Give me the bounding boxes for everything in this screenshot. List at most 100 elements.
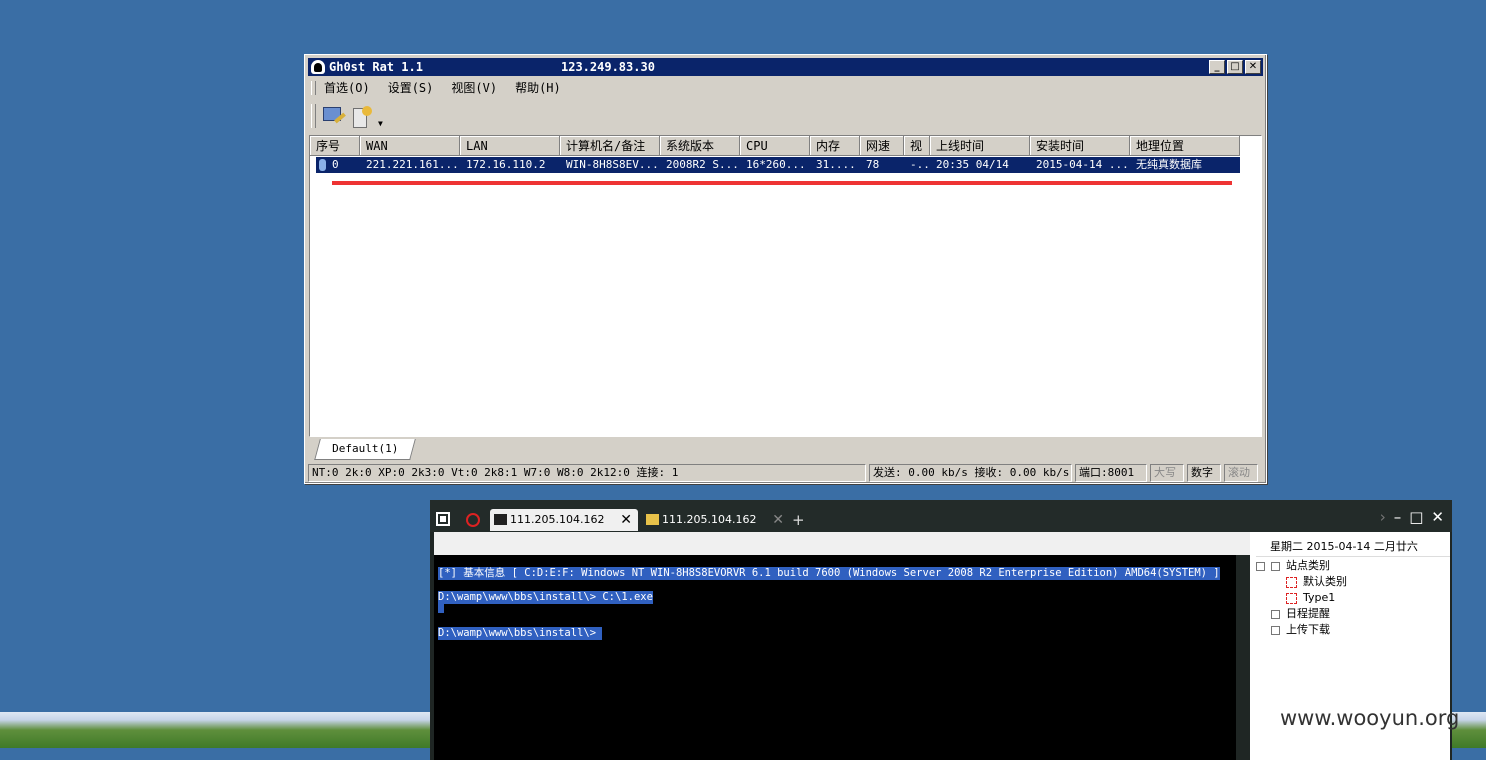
- col-install-time[interactable]: 安装时间: [1030, 136, 1130, 156]
- title-bar[interactable]: Gh0st Rat 1.1 123.249.83.30 _ □ ✕: [308, 58, 1263, 76]
- cell-lan: 172.16.110.2: [466, 158, 546, 171]
- tree-label: Type1: [1303, 591, 1336, 604]
- cell-location: 无纯真数据库: [1136, 158, 1202, 171]
- menu-settings[interactable]: 设置(S): [388, 79, 434, 97]
- maximize-button[interactable]: □: [1227, 60, 1243, 74]
- terminal-line-command: D:\wamp\www\bbs\install\> C:\1.exe: [438, 591, 653, 604]
- date-display: 星期二 2015-04-14 二月廿六: [1270, 540, 1418, 553]
- host-icon: [316, 158, 330, 172]
- tab-default-label: Default(1): [332, 442, 399, 455]
- cell-computer-name: WIN-8H8S8EV...: [566, 158, 659, 171]
- cell-index: 0: [332, 158, 339, 171]
- col-online-time[interactable]: 上线时间: [930, 136, 1030, 156]
- col-index[interactable]: 序号: [310, 136, 360, 156]
- table-row[interactable]: 0 221.221.161... 172.16.110.2 WIN-8H8S8E…: [316, 157, 1240, 173]
- terminal-window-controls: › – □ ✕: [1380, 508, 1444, 526]
- maximize-icon[interactable]: □: [1409, 508, 1423, 526]
- tree-label: 上传下载: [1286, 623, 1330, 636]
- new-tab-button[interactable]: +: [792, 511, 805, 529]
- col-memory[interactable]: 内存: [810, 136, 860, 156]
- col-wan[interactable]: WAN: [360, 136, 460, 156]
- cell-cpu: 16*260...: [746, 158, 806, 171]
- tree-label: 默认类别: [1303, 575, 1347, 588]
- dropdown-arrow-icon[interactable]: ▼: [378, 119, 383, 128]
- col-location[interactable]: 地理位置: [1130, 136, 1240, 156]
- status-port: 端口:8001: [1075, 464, 1147, 482]
- ghost-rat-window: Gh0st Rat 1.1 123.249.83.30 _ □ ✕ 首选(O) …: [304, 54, 1267, 484]
- terminal-output[interactable]: [*] 基本信息 [ C:D:E:F: Windows NT WIN-8H8S8…: [434, 555, 1236, 760]
- tab-terminal-label: 111.205.104.162: [510, 513, 605, 526]
- toolbar: ▼: [311, 101, 383, 131]
- col-os-version[interactable]: 系统版本: [660, 136, 740, 156]
- category-icon: [1286, 576, 1297, 588]
- col-video[interactable]: 视: [904, 136, 930, 156]
- transfer-icon: [1271, 625, 1280, 635]
- folder-icon: [1271, 561, 1280, 571]
- category-tree: 站点类别 默认类别 Type1 日程提醒 上传下载: [1256, 558, 1347, 638]
- close-button[interactable]: ✕: [1245, 60, 1261, 74]
- window-title: Gh0st Rat 1.1: [329, 60, 423, 74]
- divider: [1256, 556, 1450, 557]
- window-mode-icon[interactable]: [436, 512, 450, 526]
- group-tab-bar: Default(1): [309, 437, 1262, 461]
- cell-memory: 31....: [816, 158, 856, 171]
- collapse-icon[interactable]: [1256, 561, 1265, 571]
- ghost-app-icon: [311, 60, 325, 74]
- menu-bar: 首选(O) 设置(S) 视图(V) 帮助(H): [311, 79, 579, 97]
- server-build-icon[interactable]: [350, 104, 374, 128]
- remote-control-icon[interactable]: [322, 104, 346, 128]
- tree-item-site-category[interactable]: 站点类别: [1256, 558, 1347, 574]
- tree-item-reminder[interactable]: 日程提醒: [1256, 606, 1347, 622]
- terminal-cursor: [438, 601, 444, 613]
- menu-view[interactable]: 视图(V): [451, 79, 497, 97]
- menubar-grip: [311, 81, 316, 95]
- cell-speed: 78: [866, 158, 880, 171]
- tab-default[interactable]: Default(1): [314, 439, 417, 460]
- chevron-right-icon[interactable]: ›: [1380, 508, 1386, 526]
- clock-icon: [1271, 609, 1280, 619]
- watermark: www.wooyun.org: [1280, 706, 1460, 730]
- window-ip: 123.249.83.30: [561, 60, 655, 74]
- terminal-line-info: [*] 基本信息 [ C:D:E:F: Windows NT WIN-8H8S8…: [438, 567, 1220, 580]
- status-scroll-lock: 滚动: [1224, 464, 1258, 482]
- terminal-line-prompt: D:\wamp\www\bbs\install\>: [438, 627, 603, 640]
- close-tab-icon[interactable]: ✕: [620, 509, 632, 531]
- red-underline-annotation: [332, 181, 1232, 185]
- minimize-icon[interactable]: –: [1394, 508, 1402, 526]
- cell-wan: 221.221.161...: [366, 158, 459, 171]
- cell-online-time: 20:35 04/14: [936, 158, 1009, 171]
- minimize-button[interactable]: _: [1209, 60, 1225, 74]
- cell-install-time: 2015-04-14 ...: [1036, 158, 1129, 171]
- col-cpu[interactable]: CPU: [740, 136, 810, 156]
- terminal-icon: [494, 514, 507, 525]
- cell-video: -..: [910, 158, 930, 171]
- cell-os-version: 2008R2 S...: [666, 158, 739, 171]
- tab-file-manager-label: 111.205.104.162: [662, 513, 757, 526]
- col-lan[interactable]: LAN: [460, 136, 560, 156]
- tree-label: 日程提醒: [1286, 607, 1330, 620]
- tree-item-upload-download[interactable]: 上传下载: [1256, 622, 1347, 638]
- menu-preferences[interactable]: 首选(O): [324, 79, 370, 97]
- list-header: 序号 WAN LAN 计算机名/备注 系统版本 CPU 内存 网速 视 上线时间…: [310, 136, 1261, 156]
- tree-item-default-category[interactable]: 默认类别: [1256, 574, 1347, 590]
- folder-icon: [646, 514, 659, 525]
- toolbar-grip: [311, 104, 316, 128]
- status-traffic: 发送: 0.00 kb/s 接收: 0.00 kb/s: [869, 464, 1072, 482]
- menu-help[interactable]: 帮助(H): [515, 79, 561, 97]
- host-list: 序号 WAN LAN 计算机名/备注 系统版本 CPU 内存 网速 视 上线时间…: [309, 135, 1262, 437]
- status-num-lock: 数字: [1187, 464, 1221, 482]
- status-bar: NT:0 2k:0 XP:0 2k3:0 Vt:0 2k8:1 W7:0 W8:…: [308, 464, 1263, 482]
- status-os-counts: NT:0 2k:0 XP:0 2k3:0 Vt:0 2k8:1 W7:0 W8:…: [308, 464, 866, 482]
- record-icon[interactable]: [466, 513, 480, 527]
- tree-label: 站点类别: [1286, 559, 1330, 572]
- terminal-tab-bar: 111.205.104.162 ✕ 111.205.104.162 ✕ + › …: [430, 500, 1452, 532]
- col-speed[interactable]: 网速: [860, 136, 904, 156]
- close-icon[interactable]: ✕: [1431, 508, 1444, 526]
- tree-item-type1[interactable]: Type1: [1256, 590, 1347, 606]
- category-icon: [1286, 592, 1297, 604]
- col-computer-name[interactable]: 计算机名/备注: [560, 136, 660, 156]
- tab-terminal[interactable]: 111.205.104.162 ✕: [490, 509, 638, 531]
- close-tab-icon[interactable]: ✕: [772, 509, 784, 531]
- tab-file-manager[interactable]: 111.205.104.162 ✕: [642, 509, 790, 531]
- taskbar-strip: [0, 712, 440, 748]
